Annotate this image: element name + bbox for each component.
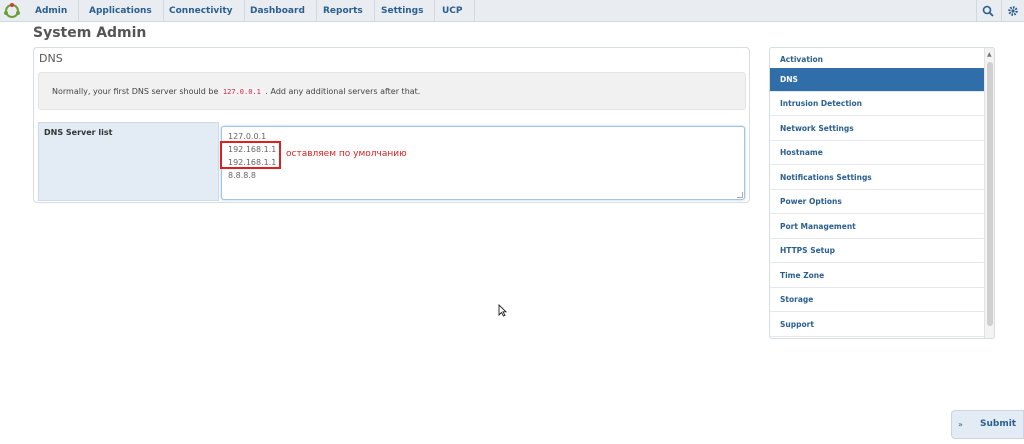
sidebar-item-storage[interactable]: Storage [770, 288, 984, 312]
nav-reports[interactable]: Reports [312, 0, 375, 22]
dns-server-line: 127.0.0.1 [228, 132, 267, 141]
nav-connectivity[interactable]: Connectivity [158, 0, 245, 22]
dns-server-line: 8.8.8.8 [228, 171, 256, 180]
gear-icon[interactable] [1001, 0, 1023, 22]
nav-settings[interactable]: Settings [370, 0, 436, 22]
info-prefix: Normally, your first DNS server should b… [52, 87, 219, 96]
info-suffix: . Add any additional servers after that. [265, 87, 421, 96]
sidebar-item-intrusion-detection[interactable]: Intrusion Detection [770, 92, 984, 116]
info-box: Normally, your first DNS server should b… [38, 72, 746, 110]
freepbx-logo-icon[interactable] [0, 0, 24, 22]
submit-label: Submit [980, 419, 1017, 429]
mouse-cursor-icon [498, 302, 508, 321]
sidebar-item-hostname[interactable]: Hostname [770, 141, 984, 165]
sidebar-item-power-options[interactable]: Power Options [770, 190, 984, 214]
dns-panel: DNS Normally, your first DNS server shou… [33, 47, 750, 203]
scroll-up-arrow-icon[interactable]: ▲ [987, 51, 992, 58]
sidebar-item-support[interactable]: Support [770, 313, 984, 337]
chevron-right-icon: » [958, 420, 963, 429]
top-navbar: Admin Applications Connectivity Dashboar… [0, 0, 1024, 22]
sidebar-item-https-setup[interactable]: HTTPS Setup [770, 239, 984, 263]
nav-applications[interactable]: Applications [78, 0, 164, 22]
page-title: System Admin [33, 25, 147, 41]
sidebar-item-time-zone[interactable]: Time Zone [770, 264, 984, 288]
annotation-text: оставляем по умолчанию [286, 149, 407, 159]
sidebar-item-network-settings[interactable]: Network Settings [770, 117, 984, 141]
nav-dashboard[interactable]: Dashboard [239, 0, 317, 22]
info-code: 127.0.0.1 [220, 88, 263, 96]
resize-grip-icon[interactable] [737, 192, 743, 198]
settings-sidebar: Activation DNS Intrusion Detection Netwo… [769, 47, 995, 339]
sidebar-scrollbar[interactable]: ▲ [984, 48, 994, 338]
sidebar-item-notifications-settings[interactable]: Notifications Settings [770, 166, 984, 190]
panel-title: DNS [39, 52, 63, 65]
nav-admin[interactable]: Admin [24, 0, 80, 22]
search-icon[interactable] [976, 0, 998, 22]
dns-server-list-label: DNS Server list [44, 128, 113, 137]
submit-button[interactable]: » Submit [951, 410, 1024, 439]
info-text: Normally, your first DNS server should b… [52, 87, 420, 96]
dns-server-list-label-cell: DNS Server list [38, 122, 219, 201]
nav-ucp[interactable]: UCP [431, 0, 475, 22]
sidebar-item-port-management[interactable]: Port Management [770, 215, 984, 239]
dns-server-list-textarea[interactable]: 127.0.0.1 192.168.1.1 192.168.1.1 8.8.8.… [221, 126, 745, 200]
annotation-highlight-box [220, 141, 281, 169]
scroll-thumb[interactable] [987, 62, 993, 326]
sidebar-item-dns[interactable]: DNS [770, 68, 984, 92]
